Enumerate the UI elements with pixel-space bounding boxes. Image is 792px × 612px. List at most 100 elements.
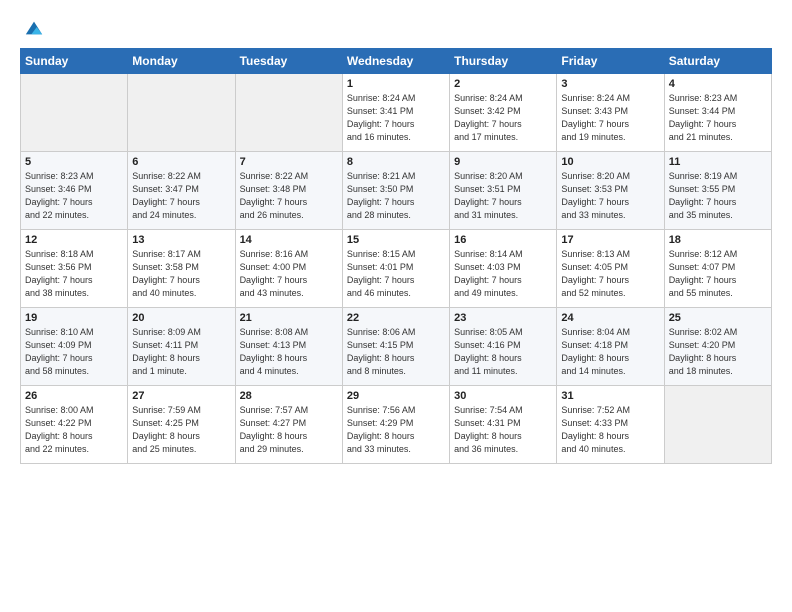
day-cell: 3 Sunrise: 8:24 AMSunset: 3:43 PMDaylight… bbox=[557, 74, 664, 152]
header-day-thursday: Thursday bbox=[450, 49, 557, 74]
day-cell: 6 Sunrise: 8:22 AMSunset: 3:47 PMDaylight… bbox=[128, 152, 235, 230]
day-cell: 11Sunrise: 8:19 AMSunset: 3:55 PMDayligh… bbox=[664, 152, 771, 230]
week-row-1: 1 Sunrise: 8:24 AMSunset: 3:41 PMDaylight… bbox=[21, 74, 772, 152]
day-info: Sunrise: 8:12 AMSunset: 4:07 PMDaylight:… bbox=[669, 248, 767, 300]
header-day-friday: Friday bbox=[557, 49, 664, 74]
day-cell: 9 Sunrise: 8:20 AMSunset: 3:51 PMDaylight… bbox=[450, 152, 557, 230]
day-number: 3 bbox=[561, 78, 659, 90]
day-number: 9 bbox=[454, 156, 552, 168]
day-info: Sunrise: 8:24 AMSunset: 3:43 PMDaylight:… bbox=[561, 92, 659, 144]
day-info: Sunrise: 8:00 AMSunset: 4:22 PMDaylight:… bbox=[25, 404, 123, 456]
day-cell: 14 Sunrise: 8:16 AMSunset: 4:00 PMDayligh… bbox=[235, 230, 342, 308]
day-number: 27 bbox=[132, 390, 230, 402]
day-info: Sunrise: 7:52 AMSunset: 4:33 PMDaylight:… bbox=[561, 404, 659, 456]
day-info: Sunrise: 8:18 AMSunset: 3:56 PMDaylight:… bbox=[25, 248, 123, 300]
day-number: 29 bbox=[347, 390, 445, 402]
header-day-monday: Monday bbox=[128, 49, 235, 74]
day-info: Sunrise: 8:20 AMSunset: 3:51 PMDaylight:… bbox=[454, 170, 552, 222]
day-info: Sunrise: 7:54 AMSunset: 4:31 PMDaylight:… bbox=[454, 404, 552, 456]
day-cell: 29 Sunrise: 7:56 AMSunset: 4:29 PMDayligh… bbox=[342, 386, 449, 464]
day-number: 16 bbox=[454, 234, 552, 246]
day-cell: 20 Sunrise: 8:09 AMSunset: 4:11 PMDayligh… bbox=[128, 308, 235, 386]
page-header bbox=[20, 18, 772, 38]
week-row-4: 19Sunrise: 8:10 AMSunset: 4:09 PMDayligh… bbox=[21, 308, 772, 386]
calendar-table: SundayMondayTuesdayWednesdayThursdayFrid… bbox=[20, 48, 772, 464]
day-cell: 17Sunrise: 8:13 AMSunset: 4:05 PMDayligh… bbox=[557, 230, 664, 308]
day-cell: 15 Sunrise: 8:15 AMSunset: 4:01 PMDayligh… bbox=[342, 230, 449, 308]
day-cell: 24 Sunrise: 8:04 AMSunset: 4:18 PMDayligh… bbox=[557, 308, 664, 386]
day-cell: 10 Sunrise: 8:20 AMSunset: 3:53 PMDayligh… bbox=[557, 152, 664, 230]
day-number: 5 bbox=[25, 156, 123, 168]
day-cell: 19Sunrise: 8:10 AMSunset: 4:09 PMDayligh… bbox=[21, 308, 128, 386]
day-cell: 2Sunrise: 8:24 AMSunset: 3:42 PMDaylight… bbox=[450, 74, 557, 152]
day-info: Sunrise: 8:19 AMSunset: 3:55 PMDaylight:… bbox=[669, 170, 767, 222]
day-cell: 16 Sunrise: 8:14 AMSunset: 4:03 PMDayligh… bbox=[450, 230, 557, 308]
day-info: Sunrise: 8:24 AMSunset: 3:42 PMDaylight:… bbox=[454, 92, 552, 144]
day-cell: 13 Sunrise: 8:17 AMSunset: 3:58 PMDayligh… bbox=[128, 230, 235, 308]
day-info: Sunrise: 8:09 AMSunset: 4:11 PMDaylight:… bbox=[132, 326, 230, 378]
day-cell: 8Sunrise: 8:21 AMSunset: 3:50 PMDaylight… bbox=[342, 152, 449, 230]
day-number: 24 bbox=[561, 312, 659, 324]
day-info: Sunrise: 7:56 AMSunset: 4:29 PMDaylight:… bbox=[347, 404, 445, 456]
day-cell: 23Sunrise: 8:05 AMSunset: 4:16 PMDayligh… bbox=[450, 308, 557, 386]
day-number: 10 bbox=[561, 156, 659, 168]
day-number: 26 bbox=[25, 390, 123, 402]
day-number: 12 bbox=[25, 234, 123, 246]
day-cell: 21 Sunrise: 8:08 AMSunset: 4:13 PMDayligh… bbox=[235, 308, 342, 386]
header-day-tuesday: Tuesday bbox=[235, 49, 342, 74]
day-number: 28 bbox=[240, 390, 338, 402]
day-number: 15 bbox=[347, 234, 445, 246]
day-info: Sunrise: 8:02 AMSunset: 4:20 PMDaylight:… bbox=[669, 326, 767, 378]
day-number: 18 bbox=[669, 234, 767, 246]
day-cell: 12 Sunrise: 8:18 AMSunset: 3:56 PMDayligh… bbox=[21, 230, 128, 308]
day-info: Sunrise: 8:22 AMSunset: 3:47 PMDaylight:… bbox=[132, 170, 230, 222]
day-info: Sunrise: 8:08 AMSunset: 4:13 PMDaylight:… bbox=[240, 326, 338, 378]
day-cell: 25 Sunrise: 8:02 AMSunset: 4:20 PMDayligh… bbox=[664, 308, 771, 386]
week-row-3: 12 Sunrise: 8:18 AMSunset: 3:56 PMDayligh… bbox=[21, 230, 772, 308]
header-row: SundayMondayTuesdayWednesdayThursdayFrid… bbox=[21, 49, 772, 74]
day-number: 31 bbox=[561, 390, 659, 402]
day-number: 14 bbox=[240, 234, 338, 246]
day-info: Sunrise: 8:04 AMSunset: 4:18 PMDaylight:… bbox=[561, 326, 659, 378]
day-cell bbox=[128, 74, 235, 152]
day-cell: 28 Sunrise: 7:57 AMSunset: 4:27 PMDayligh… bbox=[235, 386, 342, 464]
day-number: 13 bbox=[132, 234, 230, 246]
day-number: 6 bbox=[132, 156, 230, 168]
day-cell: 22Sunrise: 8:06 AMSunset: 4:15 PMDayligh… bbox=[342, 308, 449, 386]
day-number: 25 bbox=[669, 312, 767, 324]
day-info: Sunrise: 8:13 AMSunset: 4:05 PMDaylight:… bbox=[561, 248, 659, 300]
day-number: 20 bbox=[132, 312, 230, 324]
day-cell: 18 Sunrise: 8:12 AMSunset: 4:07 PMDayligh… bbox=[664, 230, 771, 308]
day-cell: 30 Sunrise: 7:54 AMSunset: 4:31 PMDayligh… bbox=[450, 386, 557, 464]
day-info: Sunrise: 8:22 AMSunset: 3:48 PMDaylight:… bbox=[240, 170, 338, 222]
day-info: Sunrise: 8:17 AMSunset: 3:58 PMDaylight:… bbox=[132, 248, 230, 300]
day-info: Sunrise: 8:15 AMSunset: 4:01 PMDaylight:… bbox=[347, 248, 445, 300]
day-number: 8 bbox=[347, 156, 445, 168]
day-info: Sunrise: 8:05 AMSunset: 4:16 PMDaylight:… bbox=[454, 326, 552, 378]
day-info: Sunrise: 7:57 AMSunset: 4:27 PMDaylight:… bbox=[240, 404, 338, 456]
day-info: Sunrise: 8:20 AMSunset: 3:53 PMDaylight:… bbox=[561, 170, 659, 222]
day-number: 22 bbox=[347, 312, 445, 324]
day-info: Sunrise: 8:14 AMSunset: 4:03 PMDaylight:… bbox=[454, 248, 552, 300]
day-number: 4 bbox=[669, 78, 767, 90]
day-cell bbox=[235, 74, 342, 152]
day-number: 21 bbox=[240, 312, 338, 324]
day-cell: 1 Sunrise: 8:24 AMSunset: 3:41 PMDaylight… bbox=[342, 74, 449, 152]
day-cell: 7 Sunrise: 8:22 AMSunset: 3:48 PMDaylight… bbox=[235, 152, 342, 230]
day-info: Sunrise: 8:16 AMSunset: 4:00 PMDaylight:… bbox=[240, 248, 338, 300]
day-cell: 4Sunrise: 8:23 AMSunset: 3:44 PMDaylight… bbox=[664, 74, 771, 152]
week-row-2: 5 Sunrise: 8:23 AMSunset: 3:46 PMDaylight… bbox=[21, 152, 772, 230]
day-number: 7 bbox=[240, 156, 338, 168]
day-info: Sunrise: 7:59 AMSunset: 4:25 PMDaylight:… bbox=[132, 404, 230, 456]
day-number: 1 bbox=[347, 78, 445, 90]
day-cell: 31 Sunrise: 7:52 AMSunset: 4:33 PMDayligh… bbox=[557, 386, 664, 464]
day-info: Sunrise: 8:23 AMSunset: 3:46 PMDaylight:… bbox=[25, 170, 123, 222]
calendar-page: SundayMondayTuesdayWednesdayThursdayFrid… bbox=[0, 0, 792, 612]
logo bbox=[20, 18, 44, 38]
week-row-5: 26 Sunrise: 8:00 AMSunset: 4:22 PMDayligh… bbox=[21, 386, 772, 464]
header-day-sunday: Sunday bbox=[21, 49, 128, 74]
day-cell bbox=[664, 386, 771, 464]
day-cell: 26 Sunrise: 8:00 AMSunset: 4:22 PMDayligh… bbox=[21, 386, 128, 464]
day-info: Sunrise: 8:24 AMSunset: 3:41 PMDaylight:… bbox=[347, 92, 445, 144]
day-number: 30 bbox=[454, 390, 552, 402]
